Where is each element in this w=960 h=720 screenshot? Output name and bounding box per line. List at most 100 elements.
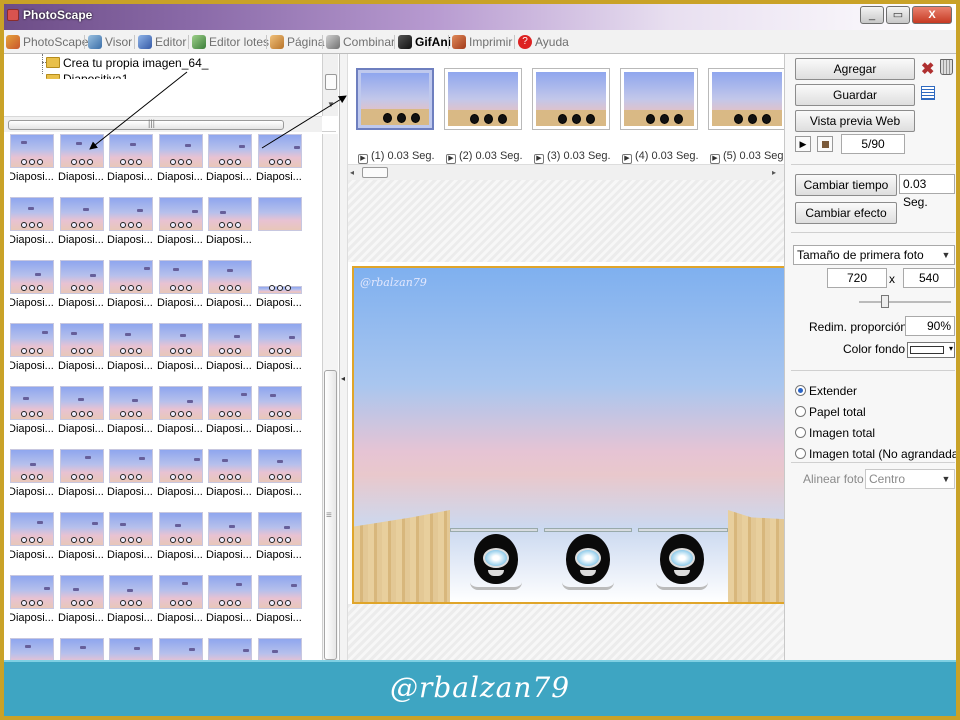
alinear-select[interactable]: Centro ▼ [865,469,955,489]
thumbnail[interactable]: Diaposi... [58,449,108,509]
radio-label[interactable]: Extender [809,384,857,398]
tab-gifani[interactable]: GifAni [398,33,451,51]
thumbnail[interactable]: Diaposi... [107,575,157,635]
frame-label[interactable]: ▶ (5) 0.03 Seg. [710,150,787,164]
tab-combinar[interactable]: Combinar [326,33,395,51]
radio-label[interactable]: Imagen total (No agrandada) [809,447,956,461]
tab-editor-lotes[interactable]: Editor lotes [192,33,269,51]
thumbnail[interactable]: Diaposi... [58,512,108,572]
thumbnail[interactable]: Diaposi... [256,512,306,572]
thumbnail[interactable]: Diaposi... [256,134,306,194]
cambiar-tiempo-button[interactable]: Cambiar tiempo [795,174,897,196]
thumbnail[interactable]: Diaposi... [107,197,157,257]
radio-button[interactable] [795,385,806,396]
panel-splitter[interactable]: ◂ [340,54,348,660]
redim-field[interactable]: 90% [905,316,955,336]
thumbnail[interactable]: Diaposi... [107,323,157,383]
thumbnail[interactable] [60,638,108,660]
scroll-down-arrow-icon[interactable]: ▼ [327,100,335,109]
thumbnail[interactable]: Diaposi... [10,386,58,446]
thumbnail[interactable]: Diaposi... [58,197,108,257]
scroll-thumb[interactable] [8,120,284,130]
thumbnail[interactable]: Diaposi... [107,449,157,509]
tree-vertical-scrollbar[interactable]: ▼ [322,54,338,116]
thumbnail[interactable]: Diaposi... [206,260,256,320]
guardar-button[interactable]: Guardar [795,84,915,106]
thumbnail[interactable]: Diaposi... [157,134,207,194]
thumbnails-vertical-scrollbar[interactable]: ≡ [322,134,338,660]
tab-ayuda[interactable]: ? Ayuda [518,33,569,51]
frame-label[interactable]: ▶ (1) 0.03 Seg. [358,150,435,164]
radio-label[interactable]: Papel total [809,405,866,419]
radio-button[interactable] [795,427,806,438]
thumbnail[interactable]: Diaposi... [206,386,256,446]
thumbnail[interactable]: Diaposi... [157,323,207,383]
frame-label[interactable]: ▶ (2) 0.03 Seg. [446,150,523,164]
thumbnail[interactable]: Diaposi... [256,575,306,635]
frame-strip-scrollbar[interactable]: ◂ ▸ [348,164,784,180]
thumbnail[interactable] [109,638,157,660]
thumbnail[interactable]: Diaposi... [256,323,306,383]
radio-button[interactable] [795,406,806,417]
thumbnail[interactable]: Diaposi... [256,386,306,446]
tree-item[interactable]: Diapositiva1 [63,71,128,79]
thumbnail[interactable]: Diaposi... [157,449,207,509]
thumbnail[interactable]: Diaposi... [157,260,207,320]
scroll-thumb[interactable] [325,74,337,90]
thumbnail[interactable]: Diaposi... [58,134,108,194]
tab-photoscape[interactable]: PhotoScape [6,33,88,51]
thumbnail[interactable]: Diaposi... [206,197,256,257]
ratio-slider-track[interactable] [859,301,951,303]
delete-icon[interactable]: ✖ [921,59,934,79]
thumbnail[interactable] [10,638,58,660]
width-field[interactable]: 720 [827,268,887,288]
thumbnail[interactable]: Diaposi... [58,260,108,320]
frame-thumbnail[interactable] [532,68,610,130]
frame-thumbnail[interactable] [708,68,786,130]
thumbnail[interactable]: Diaposi... [157,197,207,257]
color-fondo-picker[interactable]: ▾ [907,342,955,358]
frame-label[interactable]: ▶ (4) 0.03 Seg. [622,150,699,164]
radio-label[interactable]: Imagen total [809,426,875,440]
thumbnail[interactable]: Diaposi... [157,386,207,446]
thumbnail[interactable]: Diaposi... [58,386,108,446]
tab-pagina[interactable]: Página [270,33,324,51]
minimize-button[interactable]: _ [860,6,884,24]
thumbnail[interactable]: Diaposi... [10,134,58,194]
frame-thumbnail[interactable] [356,68,434,130]
stop-button[interactable] [817,136,833,152]
vista-previa-web-button[interactable]: Vista previa Web [795,110,915,132]
thumbnail[interactable]: Diaposi... [10,512,58,572]
tab-visor[interactable]: Visor [88,33,132,51]
close-button[interactable]: X [912,6,952,24]
thumbnail[interactable]: Diaposi... [10,323,58,383]
play-icon[interactable]: ▶ [795,136,811,152]
trash-icon[interactable] [940,59,953,75]
thumbnail[interactable]: Diaposi... [58,575,108,635]
thumbnail[interactable]: Diaposi... [206,575,256,635]
cambiar-efecto-button[interactable]: Cambiar efecto [795,202,897,224]
scroll-right-arrow-icon[interactable]: ▸ [772,168,776,177]
thumbnail[interactable]: Diaposi... [107,134,157,194]
thumbnail[interactable]: Diaposi... [256,449,306,509]
thumbnail[interactable]: Diaposi... [107,260,157,320]
frame-thumbnail[interactable] [444,68,522,130]
frame-label[interactable]: ▶ (3) 0.03 Seg. [534,150,611,164]
tiempo-field[interactable]: 0.03 Seg. [899,174,955,209]
frame-thumbnail[interactable] [620,68,698,130]
thumbnail[interactable]: Diaposi... [10,449,58,509]
thumbnail[interactable]: Diaposi... [10,575,58,635]
thumbnail[interactable] [258,197,306,257]
thumbnail[interactable]: Diaposi... [157,575,207,635]
agregar-button[interactable]: Agregar [795,58,915,80]
scroll-thumb[interactable] [362,167,388,178]
tab-editor[interactable]: Editor [138,33,186,51]
list-icon[interactable] [921,86,935,100]
thumbnail[interactable]: Diaposi... [157,512,207,572]
maximize-button[interactable]: ▭ [886,6,910,24]
thumbnail[interactable]: Diaposi... [206,134,256,194]
thumbnail[interactable]: Diaposi... [10,197,58,257]
ratio-slider-thumb[interactable] [881,295,889,308]
thumbnail[interactable] [208,638,256,660]
radio-button[interactable] [795,448,806,459]
